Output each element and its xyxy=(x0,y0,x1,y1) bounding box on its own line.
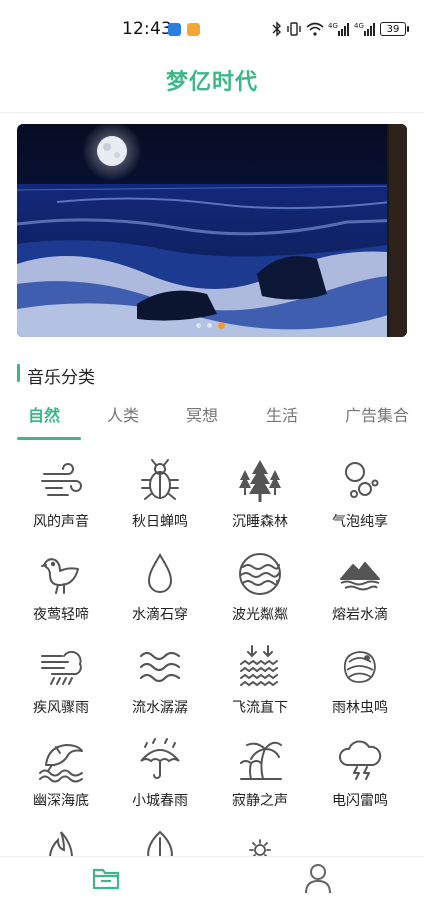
sound-item-silence[interactable]: 寂静之声 xyxy=(210,735,310,825)
sound-label: 水滴石穿 xyxy=(132,607,188,623)
sound-label: 气泡纯享 xyxy=(332,514,388,530)
banner-dot[interactable] xyxy=(196,323,201,328)
sound-item-sun[interactable] xyxy=(210,828,310,858)
fire-icon xyxy=(38,830,84,858)
sound-label: 飞流直下 xyxy=(232,700,288,716)
header-divider xyxy=(0,112,424,113)
bird-icon xyxy=(38,551,84,597)
sound-label: 波光粼粼 xyxy=(232,607,288,623)
vibrate-icon xyxy=(287,22,301,36)
sound-item-storm[interactable]: 疾风骤雨 xyxy=(11,642,111,732)
wind-icon xyxy=(38,458,84,504)
forest-icon xyxy=(237,458,283,504)
tab-indicator xyxy=(17,437,81,440)
sound-label: 风的声音 xyxy=(33,514,89,530)
sound-label: 幽深海底 xyxy=(33,793,89,809)
thunder-icon xyxy=(337,737,383,783)
sound-item-lava[interactable]: 熔岩水滴 xyxy=(310,549,410,639)
sound-item-bubbles[interactable]: 气泡纯享 xyxy=(310,456,410,546)
sound-item-leaf[interactable] xyxy=(110,828,210,858)
section-accent-bar xyxy=(17,364,20,382)
banner-pagination xyxy=(196,322,225,329)
bubbles-icon xyxy=(337,458,383,504)
banner-dot[interactable] xyxy=(207,323,212,328)
notification-icon-2 xyxy=(187,23,200,36)
sound-grid: 风的声音 秋日蝉鸣 沉睡森林 气泡纯享 夜莺轻啼 水滴石穿 波光粼粼 熔岩水滴 … xyxy=(0,456,424,858)
tab-meditation[interactable]: 冥想 xyxy=(186,402,218,426)
category-tabs: 自然 人类 冥想 生活 广告集合 xyxy=(0,400,424,442)
sound-item-wind[interactable]: 风的声音 xyxy=(11,456,111,546)
sound-item-spring-rain[interactable]: 小城春雨 xyxy=(110,735,210,825)
cicada-icon xyxy=(137,458,183,504)
sound-label: 沉睡森林 xyxy=(232,514,288,530)
sound-label: 疾风骤雨 xyxy=(33,700,89,716)
sound-label: 寂静之声 xyxy=(232,793,288,809)
palm-tree-icon xyxy=(237,737,283,783)
wifi-icon xyxy=(306,22,324,36)
water-drop-icon xyxy=(137,551,183,597)
nav-profile[interactable] xyxy=(302,861,334,893)
app-title: 梦亿时代 xyxy=(165,70,258,95)
svg-text:4G: 4G xyxy=(354,22,364,30)
sound-label: 流水潺潺 xyxy=(132,700,188,716)
dolphin-icon xyxy=(38,737,84,783)
sound-item-thunder[interactable]: 电闪雷鸣 xyxy=(310,735,410,825)
stream-icon xyxy=(137,644,183,690)
banner-dot-active[interactable] xyxy=(218,322,225,329)
sun-icon xyxy=(237,830,283,858)
sound-item-fire[interactable] xyxy=(11,828,111,858)
status-time: 12:43 xyxy=(122,19,172,39)
section-title: 音乐分类 xyxy=(27,368,95,388)
bottom-navigation xyxy=(0,856,424,897)
battery-indicator: 39 xyxy=(380,22,409,36)
sound-label: 夜莺轻啼 xyxy=(33,607,89,623)
wave-circle-icon xyxy=(237,551,283,597)
tab-human[interactable]: 人类 xyxy=(107,402,139,426)
sound-item-deep-sea[interactable]: 幽深海底 xyxy=(11,735,111,825)
sound-label: 小城春雨 xyxy=(132,793,188,809)
sound-label: 电闪雷鸣 xyxy=(332,793,388,809)
sound-label: 秋日蝉鸣 xyxy=(132,514,188,530)
sound-item-water-drop[interactable]: 水滴石穿 xyxy=(110,549,210,639)
bluetooth-icon xyxy=(272,21,281,37)
sound-item-rainforest[interactable]: 雨林虫鸣 xyxy=(310,642,410,732)
sound-label: 雨林虫鸣 xyxy=(332,700,388,716)
tab-life[interactable]: 生活 xyxy=(266,402,298,426)
svg-text:4G: 4G xyxy=(328,22,338,30)
lava-icon xyxy=(337,551,383,597)
waterfall-icon xyxy=(237,644,283,690)
notification-icon-1 xyxy=(168,23,181,36)
folder-icon xyxy=(92,868,120,890)
sound-item-nightingale[interactable]: 夜莺轻啼 xyxy=(11,549,111,639)
banner-image[interactable] xyxy=(17,124,407,337)
sound-item-cicada[interactable]: 秋日蝉鸣 xyxy=(110,456,210,546)
user-icon xyxy=(305,864,331,893)
tab-ads[interactable]: 广告集合 xyxy=(345,402,409,426)
nav-music-library[interactable] xyxy=(90,861,122,893)
sound-item-shimmer[interactable]: 波光粼粼 xyxy=(210,549,310,639)
tab-nature[interactable]: 自然 xyxy=(28,402,60,426)
sound-item-stream[interactable]: 流水潺潺 xyxy=(110,642,210,732)
signal-icon-1: 4G xyxy=(328,22,349,36)
sound-item-forest[interactable]: 沉睡森林 xyxy=(210,456,310,546)
status-bar: 12:43 4G 4G 39 xyxy=(0,0,424,58)
windy-rain-icon xyxy=(38,644,84,690)
sound-item-waterfall[interactable]: 飞流直下 xyxy=(210,642,310,732)
umbrella-rain-icon xyxy=(137,737,183,783)
signal-icon-2: 4G xyxy=(354,22,375,36)
leaf-icon xyxy=(137,830,183,858)
system-icons: 4G 4G xyxy=(272,19,376,39)
rainforest-bug-icon xyxy=(337,644,383,690)
sound-label: 熔岩水滴 xyxy=(332,607,388,623)
